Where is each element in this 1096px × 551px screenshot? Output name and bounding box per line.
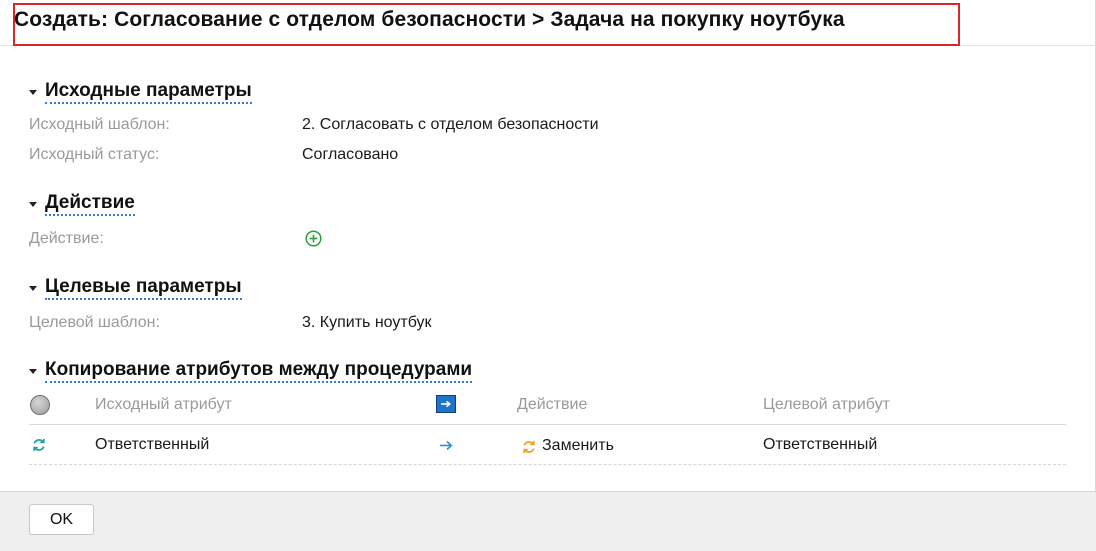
table-row[interactable]: Ответственный Заменить Ответственный [29,425,1066,465]
section-copy-title: Копирование атрибутов между процедурами [45,359,473,383]
dialog-header: Создать: Согласование с отделом безопасн… [0,0,1096,46]
action-label: Действие: [29,230,104,247]
source-status-label: Исходный статус: [29,146,160,163]
section-source-title: Исходные параметры [45,80,252,104]
source-status-value: Согласовано [302,146,399,163]
collapse-caret-icon [29,369,37,374]
dialog-title: Создать: Согласование с отделом безопасн… [14,8,845,31]
row-action: Заменить [542,437,614,454]
column-target-attribute[interactable]: Целевой атрибут [763,396,890,414]
section-source-toggle[interactable]: Исходные параметры [29,80,252,104]
arrow-right-icon [440,440,453,451]
target-template-value: 3. Купить ноутбук [302,314,432,331]
section-target-title: Целевые параметры [45,276,242,300]
collapse-caret-icon [29,286,37,291]
dialog-footer: OK [0,491,1096,551]
plus-circle-icon[interactable] [305,230,322,247]
target-template-label: Целевой шаблон: [29,314,160,331]
column-source-attribute[interactable]: Исходный атрибут [95,396,232,414]
section-copy-toggle[interactable]: Копирование атрибутов между процедурами [29,359,473,383]
section-action-toggle[interactable]: Действие [29,192,135,216]
source-template-value: 2. Согласовать с отделом безопасности [302,116,599,133]
section-action-title: Действие [45,192,135,216]
row-source-attribute: Ответственный [95,436,210,453]
select-all-radio-icon[interactable] [30,395,50,415]
row-target-attribute: Ответственный [763,436,878,453]
collapse-caret-icon [29,90,37,95]
section-target-toggle[interactable]: Целевые параметры [29,276,242,300]
arrow-right-icon[interactable] [436,395,456,413]
column-action[interactable]: Действие [517,396,587,414]
refresh-icon[interactable] [31,437,47,453]
create-dialog: Создать: Согласование с отделом безопасн… [0,0,1096,551]
attributes-grid-header: Исходный атрибут Действие Целевой атрибу… [29,395,1066,425]
source-template-label: Исходный шаблон: [29,116,170,133]
collapse-caret-icon [29,202,37,207]
replace-icon [523,440,535,454]
ok-button[interactable]: OK [29,504,94,535]
